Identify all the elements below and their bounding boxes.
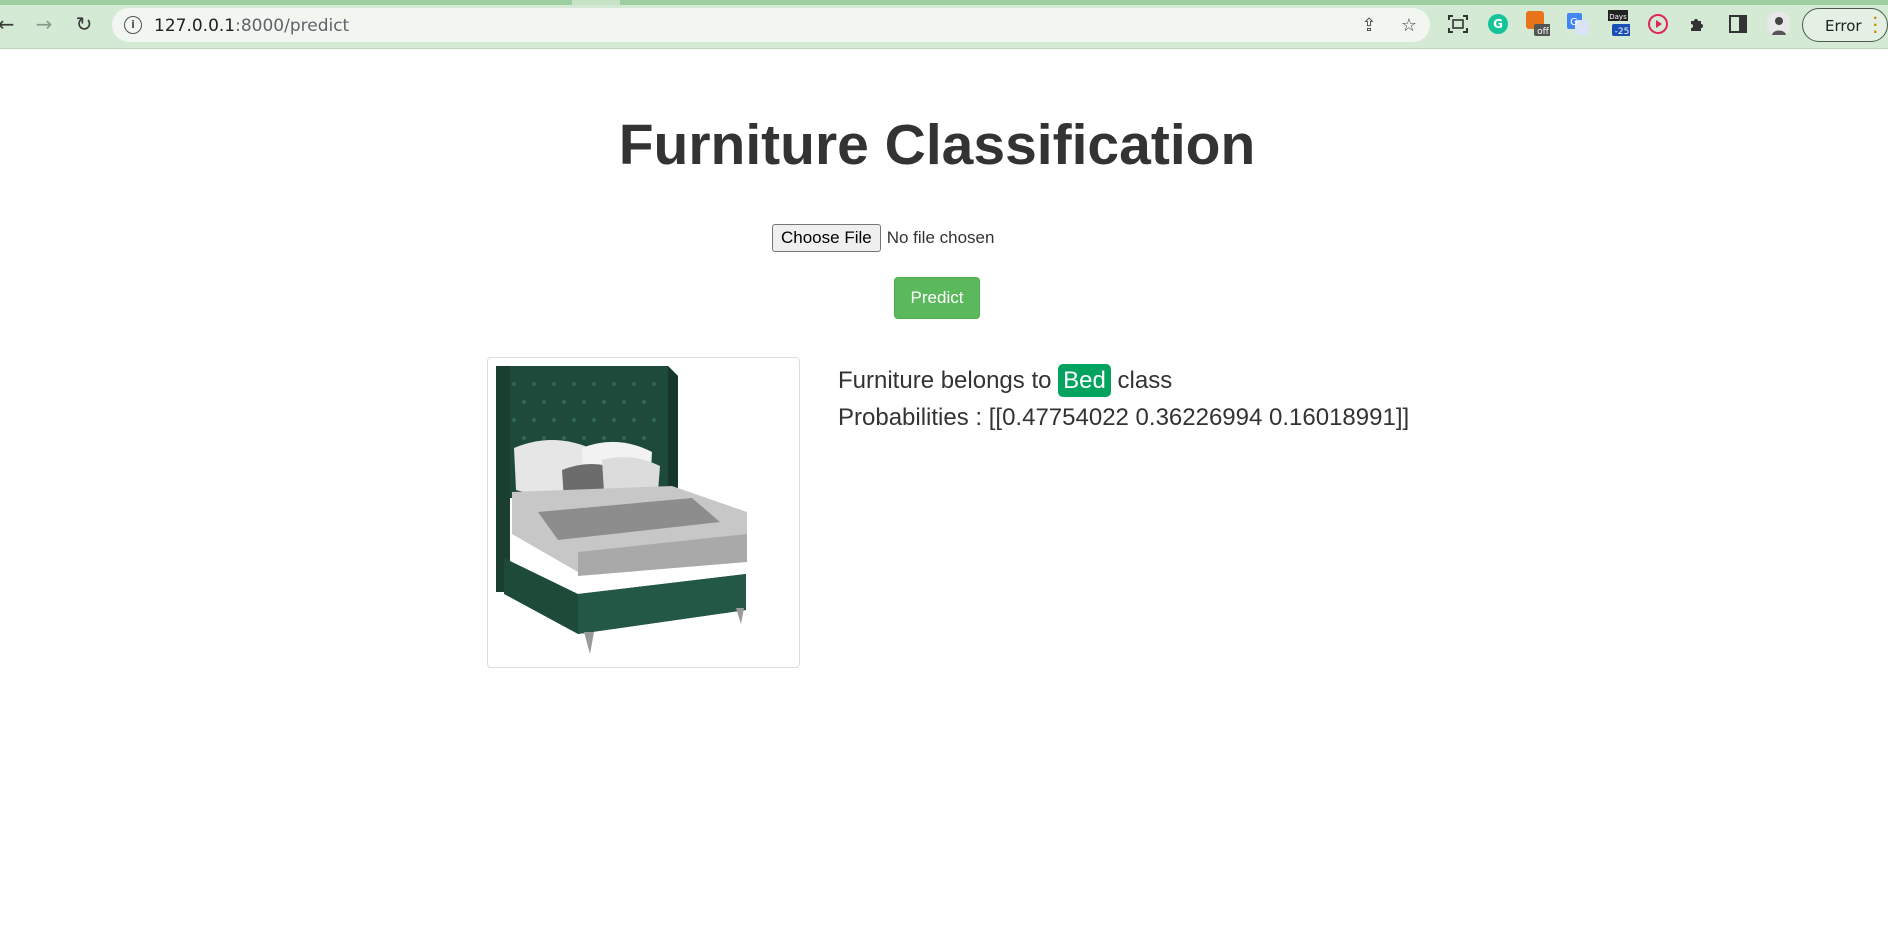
back-icon[interactable]: ← bbox=[0, 12, 18, 36]
page-title: Furniture Classification bbox=[618, 113, 1256, 177]
svg-text:off: off bbox=[1537, 27, 1550, 37]
bed-image bbox=[492, 362, 795, 663]
screenshot-icon[interactable] bbox=[1446, 12, 1470, 36]
url-text: 127.0.0.1:8000/predict bbox=[154, 16, 350, 36]
browser-toolbar: ← → ↻ i 127.0.0.1:8000/predict ⇪ ☆ G off… bbox=[0, 0, 1888, 49]
class-suffix: class bbox=[1117, 367, 1173, 394]
puzzle-extensions-icon[interactable] bbox=[1686, 12, 1710, 36]
prediction-result: Furniture belongs to Bed class Probabili… bbox=[838, 362, 1409, 436]
svg-text:G: G bbox=[1493, 17, 1503, 31]
days-counter-icon[interactable]: Days -25 bbox=[1606, 10, 1630, 37]
avatar[interactable] bbox=[1766, 12, 1790, 36]
svg-text:Days: Days bbox=[1609, 13, 1627, 21]
share-icon[interactable]: ⇪ bbox=[1358, 14, 1380, 36]
kebab-menu-icon[interactable]: · · · bbox=[1873, 11, 1878, 41]
bookmark-star-icon[interactable]: ☆ bbox=[1398, 14, 1420, 36]
google-translate-icon[interactable]: G bbox=[1566, 12, 1590, 36]
forward-icon[interactable]: → bbox=[32, 12, 56, 36]
side-panel-icon[interactable] bbox=[1726, 12, 1750, 36]
probabilities-value: [[0.47754022 0.36226994 0.16018991]] bbox=[988, 404, 1410, 431]
class-badge: Bed bbox=[1058, 364, 1111, 397]
video-play-icon[interactable] bbox=[1646, 12, 1670, 36]
reload-icon[interactable]: ↻ bbox=[72, 12, 96, 36]
no-file-label: No file chosen bbox=[886, 228, 995, 247]
probabilities-label: Probabilities : bbox=[838, 404, 983, 431]
probabilities-line: Probabilities : [[0.47754022 0.36226994 … bbox=[838, 399, 1409, 436]
profile-error-label: Error bbox=[1825, 17, 1862, 35]
class-line: Furniture belongs to Bed class bbox=[838, 362, 1409, 399]
page-content: Furniture Classification Choose File No … bbox=[0, 50, 1888, 942]
tab-strip bbox=[0, 0, 1888, 5]
class-prefix: Furniture belongs to bbox=[838, 367, 1052, 394]
tab[interactable] bbox=[620, 0, 1888, 5]
profile-error-button[interactable]: Error · · · bbox=[1802, 8, 1888, 42]
address-bar[interactable]: i 127.0.0.1:8000/predict ⇪ ☆ bbox=[112, 8, 1430, 42]
grammarly-icon[interactable]: G bbox=[1486, 12, 1510, 36]
file-upload[interactable]: Choose File No file chosen bbox=[772, 224, 994, 252]
svg-text:-25: -25 bbox=[1615, 27, 1630, 37]
choose-file-button[interactable]: Choose File bbox=[772, 224, 881, 252]
tab[interactable] bbox=[0, 0, 572, 5]
svg-text:G: G bbox=[1570, 17, 1578, 28]
off-extension-icon[interactable]: off bbox=[1526, 11, 1550, 37]
predict-button[interactable]: Predict bbox=[894, 277, 980, 319]
uploaded-image bbox=[487, 357, 800, 668]
site-info-icon[interactable]: i bbox=[124, 16, 142, 34]
